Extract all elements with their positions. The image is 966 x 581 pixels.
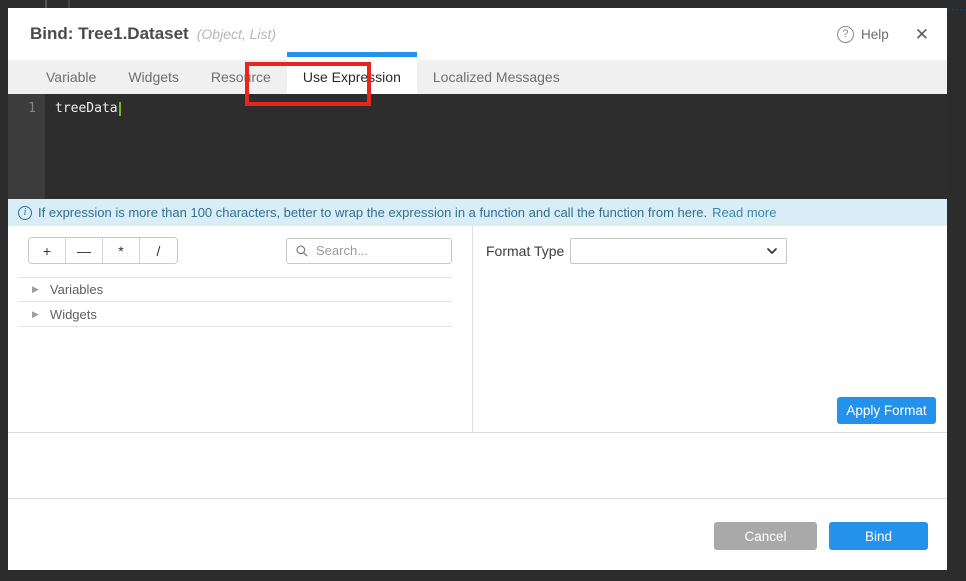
search-input[interactable] bbox=[316, 243, 443, 258]
chevron-right-icon: ▶ bbox=[32, 309, 39, 320]
expression-helpers-pane: + — * / ▶ bbox=[8, 226, 473, 432]
helper-tree: ▶ Variables ▶ Widgets bbox=[18, 277, 452, 327]
divide-operator-button[interactable]: / bbox=[140, 238, 177, 263]
apply-format-button[interactable]: Apply Format bbox=[837, 397, 936, 424]
chevron-right-icon: ▶ bbox=[32, 284, 39, 295]
search-icon bbox=[295, 244, 309, 258]
background-artifact bbox=[45, 0, 47, 8]
tree-item-variables[interactable]: ▶ Variables bbox=[18, 277, 452, 302]
bind-dialog: Bind: Tree1.Dataset (Object, List) ? Hel… bbox=[8, 8, 947, 570]
expression-input[interactable]: treeData bbox=[45, 94, 947, 199]
format-type-select[interactable] bbox=[570, 238, 787, 264]
read-more-link[interactable]: Read more bbox=[712, 205, 776, 220]
help-icon: ? bbox=[837, 26, 854, 43]
format-pane: Format Type Apply Format bbox=[473, 226, 947, 432]
expression-editor[interactable]: 1 treeData bbox=[8, 94, 947, 199]
multiply-operator-button[interactable]: * bbox=[103, 238, 140, 263]
dialog-footer: Cancel Bind bbox=[8, 499, 947, 570]
close-icon[interactable]: ✕ bbox=[915, 26, 929, 43]
bind-button[interactable]: Bind bbox=[829, 522, 928, 550]
info-icon: i bbox=[18, 206, 32, 220]
main-area: + — * / ▶ bbox=[8, 226, 947, 433]
text-cursor bbox=[119, 102, 121, 116]
dialog-title: Bind: Tree1.Dataset bbox=[30, 24, 189, 44]
tab-localized-messages[interactable]: Localized Messages bbox=[417, 60, 576, 94]
plus-operator-button[interactable]: + bbox=[29, 238, 66, 263]
help-label: Help bbox=[861, 27, 889, 42]
editor-gutter: 1 bbox=[8, 94, 45, 199]
search-box[interactable] bbox=[286, 238, 452, 264]
tree-item-label: Variables bbox=[50, 282, 103, 297]
operator-button-group: + — * / bbox=[28, 237, 178, 264]
cancel-button[interactable]: Cancel bbox=[714, 522, 817, 550]
info-message: If expression is more than 100 character… bbox=[38, 205, 707, 220]
expression-text: treeData bbox=[55, 101, 118, 116]
dialog-subtitle: (Object, List) bbox=[197, 26, 276, 42]
tab-resource[interactable]: Resource bbox=[195, 60, 287, 94]
tab-widgets[interactable]: Widgets bbox=[112, 60, 195, 94]
tree-item-widgets[interactable]: ▶ Widgets bbox=[18, 302, 452, 327]
chevron-down-icon bbox=[764, 243, 780, 259]
empty-section bbox=[8, 433, 947, 499]
info-bar: i If expression is more than 100 charact… bbox=[8, 199, 947, 226]
background-artifact bbox=[68, 0, 70, 8]
tab-variable[interactable]: Variable bbox=[30, 60, 112, 94]
tab-use-expression[interactable]: Use Expression bbox=[287, 60, 417, 94]
app-backdrop: Bind: Tree1.Dataset (Object, List) ? Hel… bbox=[0, 0, 966, 581]
dialog-header: Bind: Tree1.Dataset (Object, List) ? Hel… bbox=[8, 8, 947, 60]
background-dotted-line bbox=[948, 9, 966, 11]
minus-operator-button[interactable]: — bbox=[66, 238, 103, 263]
format-type-label: Format Type bbox=[486, 243, 570, 259]
tab-bar: Variable Widgets Resource Use Expression… bbox=[8, 60, 947, 94]
line-number: 1 bbox=[28, 101, 36, 116]
tree-item-label: Widgets bbox=[50, 307, 97, 322]
help-button[interactable]: ? Help bbox=[837, 26, 889, 43]
